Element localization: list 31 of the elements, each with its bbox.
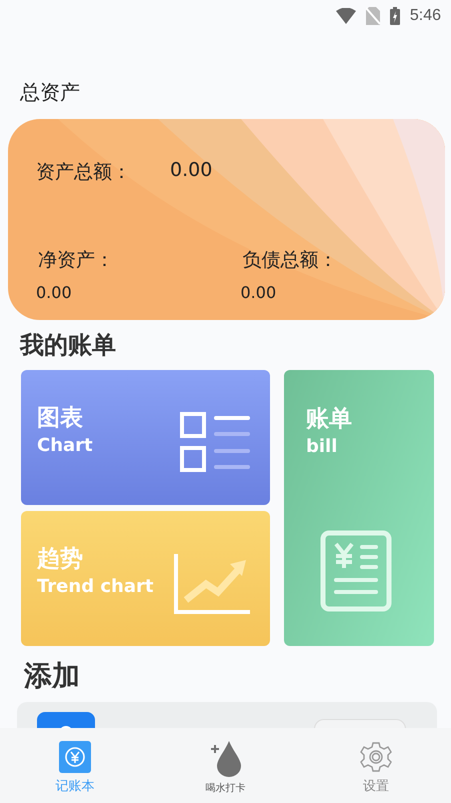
add-ledger-card[interactable]	[17, 702, 437, 728]
tile-title: 趋势	[37, 544, 84, 574]
tab[interactable]: 记账本	[0, 728, 150, 803]
tile-subtitle: bill	[306, 435, 338, 459]
tile-subtitle: Chart	[37, 434, 93, 458]
tile-title: 账单	[306, 405, 353, 434]
total-debt-value: 0.00	[240, 283, 278, 302]
total-assets-label: 资产总额：	[36, 160, 132, 185]
section-title: 总资产	[20, 79, 81, 106]
settings-icon	[360, 740, 392, 772]
section-title: 添加	[24, 658, 81, 694]
total-assets-value: 0.00	[170, 159, 212, 183]
tile-title: 图表	[37, 404, 84, 432]
tab[interactable]: 设置	[300, 728, 451, 803]
net-assets-value: 0.00	[36, 283, 73, 302]
battery-charging-icon	[390, 7, 400, 25]
water-drop-icon	[209, 740, 242, 776]
trend-chart-icon	[174, 554, 252, 614]
net-assets-label: 净资产：	[38, 248, 115, 273]
no-sim-icon	[366, 7, 380, 25]
total-debt-label: 负债总额：	[242, 248, 338, 273]
tile-subtitle: Trend chart	[37, 574, 154, 598]
tab[interactable]: 喝水打卡	[150, 728, 301, 803]
list-icon	[180, 412, 252, 474]
bill-icon	[320, 530, 392, 612]
clock: 5:46	[410, 7, 441, 25]
wifi-icon	[336, 8, 356, 24]
bill-tile[interactable]: 账单 bill	[284, 370, 434, 646]
chart-tile[interactable]: 图表 Chart	[21, 370, 270, 505]
yen-icon	[59, 740, 92, 772]
section-title: 我的账单	[20, 330, 117, 361]
